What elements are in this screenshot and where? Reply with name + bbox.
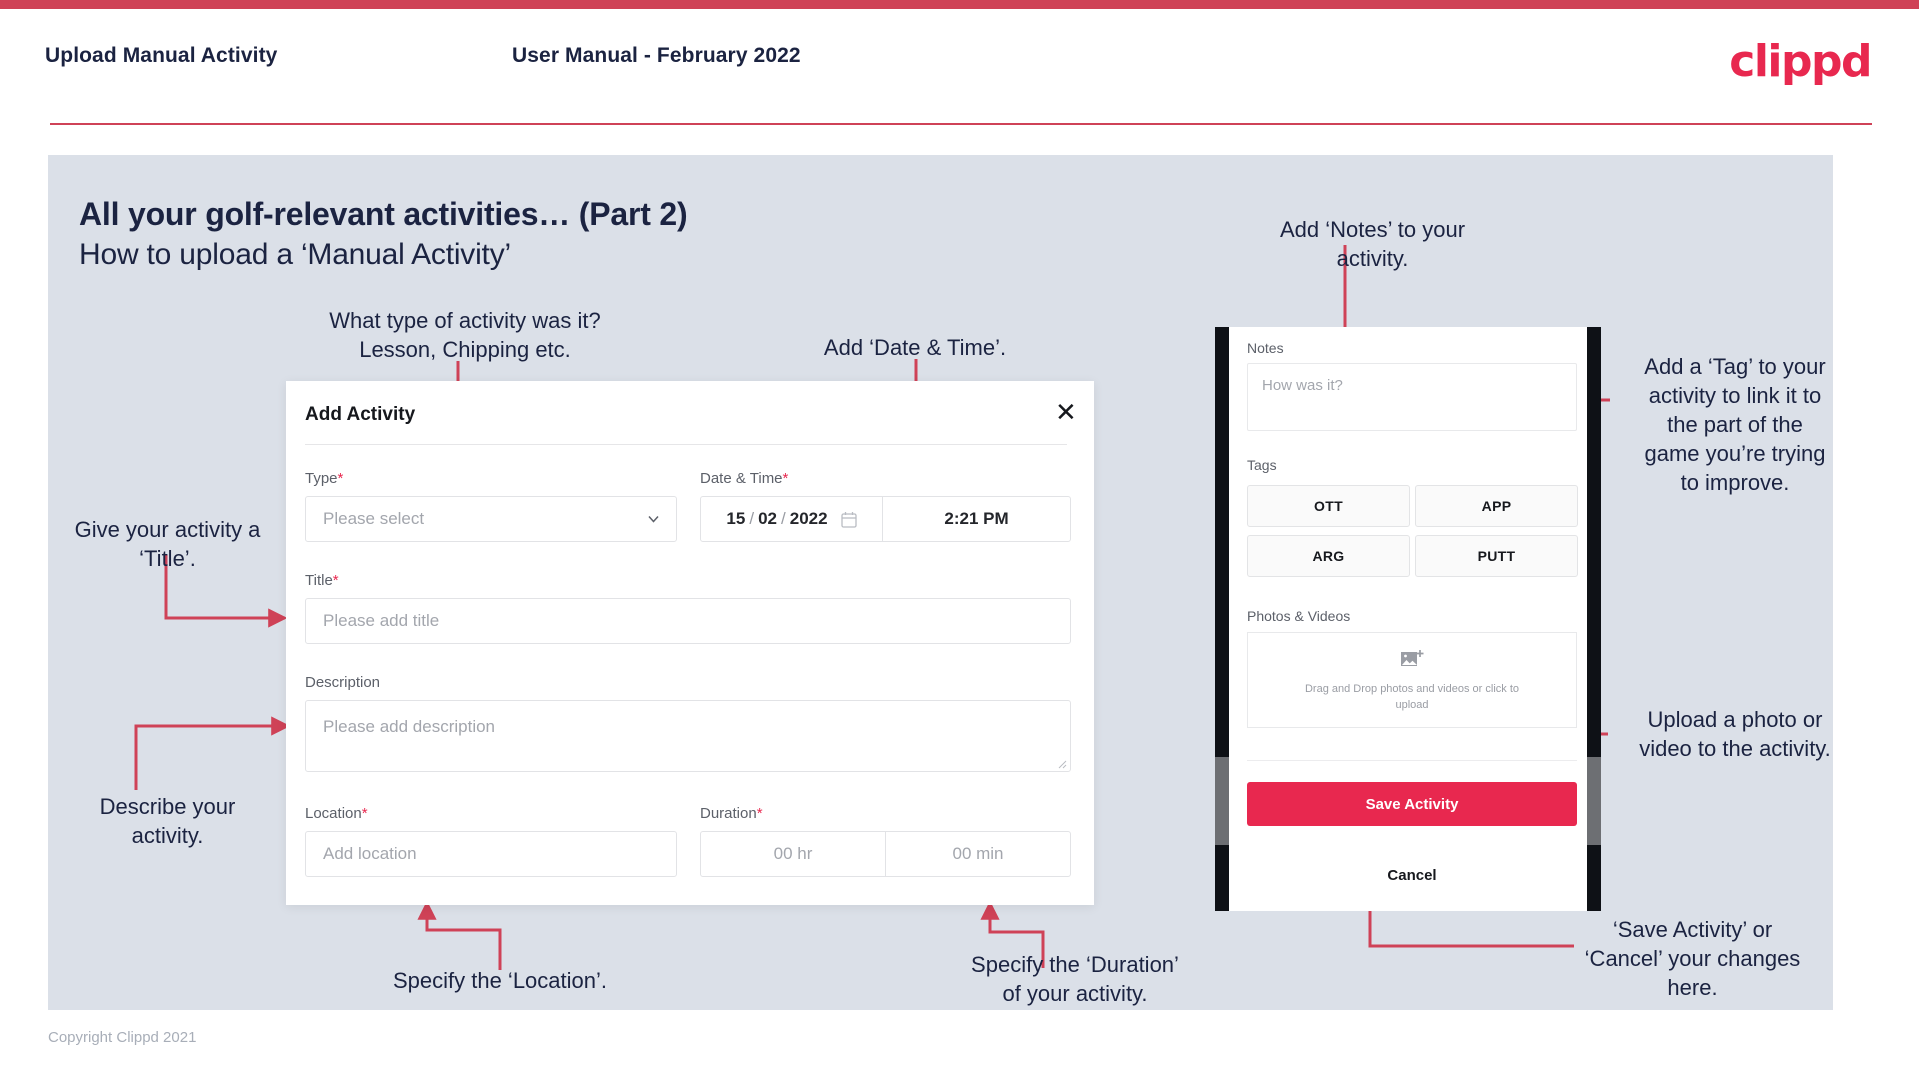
annotation-duration: Specify the ‘Duration’ of your activity.: [971, 952, 1179, 1006]
annotation-photos: Upload a photo or video to the activity.: [1639, 707, 1831, 761]
add-image-icon: [1401, 649, 1424, 666]
phone-right-edge-bottom: [1587, 845, 1601, 911]
notes-label: Notes: [1247, 340, 1284, 356]
header-left-title: Upload Manual Activity: [45, 44, 278, 67]
annotation-title: Give your activity a ‘Title’.: [74, 517, 261, 571]
type-label-text: Type: [305, 470, 338, 487]
copyright-text: Copyright Clippd 2021: [48, 1029, 197, 1046]
page-title: All your golf-relevant activities… (Part…: [79, 196, 688, 232]
location-placeholder: Add location: [323, 844, 417, 863]
duration-label: Duration*: [700, 805, 763, 822]
type-select[interactable]: Please select: [305, 496, 677, 542]
title-label-text: Title: [305, 572, 333, 589]
type-required-mark: *: [337, 470, 344, 487]
notes-placeholder: How was it?: [1262, 377, 1343, 394]
photo-dropzone[interactable]: Drag and Drop photos and videos or click…: [1247, 632, 1577, 728]
date-day: 15: [726, 509, 746, 528]
slide-page: Upload Manual Activity User Manual - Feb…: [0, 0, 1919, 1079]
duration-minutes-input[interactable]: 00 min: [886, 832, 1070, 876]
photos-label: Photos & Videos: [1247, 608, 1351, 624]
phone-left-edge-bottom: [1215, 845, 1229, 911]
date-sep-2: /: [781, 509, 786, 528]
page-subtitle: How to upload a ‘Manual Activity’: [79, 238, 511, 271]
description-label: Description: [305, 674, 380, 691]
annotation-tags: Add a ‘Tag’ to your activity to link it …: [1644, 354, 1826, 495]
modal-title: Add Activity: [305, 404, 416, 425]
annotation-notes: Add ‘Notes’ to your activity.: [1279, 217, 1466, 271]
date-year: 2022: [789, 509, 828, 528]
date-month: 02: [758, 509, 777, 528]
tag-option-arg[interactable]: ARG: [1247, 535, 1410, 577]
annotation-location: Specify the ‘Location’.: [392, 968, 608, 993]
location-required-mark: *: [361, 805, 368, 822]
phone-divider: [1247, 760, 1577, 761]
description-label-text: Description: [305, 674, 381, 691]
tag-option-ott[interactable]: OTT: [1247, 485, 1410, 527]
description-placeholder: Please add description: [323, 717, 496, 736]
dropzone-text: Drag and Drop photos and videos or click…: [1304, 682, 1519, 711]
top-accent-bar: [0, 0, 1919, 9]
datetime-required-mark: *: [782, 470, 789, 487]
header-center-title: User Manual - February 2022: [512, 44, 801, 67]
header-divider: [50, 123, 1872, 125]
annotation-save-cancel: ‘Save Activity’ or ‘Cancel’ your changes…: [1584, 917, 1801, 1000]
tag-option-app[interactable]: APP: [1415, 485, 1578, 527]
modal-header-divider: [305, 444, 1067, 445]
title-required-mark: *: [332, 572, 339, 589]
date-sep-1: /: [749, 509, 755, 528]
location-input[interactable]: Add location: [305, 831, 677, 877]
annotation-description: Describe your activity.: [99, 794, 236, 848]
datetime-label-text: Date & Time: [700, 470, 783, 487]
datetime-label: Date & Time*: [700, 470, 788, 487]
time-input[interactable]: 2:21 PM: [883, 509, 1070, 529]
datetime-field[interactable]: 15 / 02 / 2022 2:21 PM: [700, 496, 1071, 542]
title-input[interactable]: Please add title: [305, 598, 1071, 644]
date-input[interactable]: 15 / 02 / 2022: [701, 497, 883, 541]
type-label: Type*: [305, 470, 343, 487]
title-label: Title*: [305, 572, 339, 589]
clippd-logo: clippd: [1729, 36, 1872, 87]
tags-label: Tags: [1247, 457, 1277, 473]
phone-power-button: [1587, 757, 1601, 845]
duration-hours-input[interactable]: 00 hr: [701, 832, 886, 876]
description-textarea[interactable]: Please add description: [305, 700, 1071, 772]
location-label: Location*: [305, 805, 368, 822]
duration-label-text: Duration: [700, 805, 757, 822]
resize-handle-icon[interactable]: [1057, 759, 1067, 769]
close-icon[interactable]: ✕: [1055, 399, 1077, 425]
annotation-type: What type of activity was it? Lesson, Ch…: [329, 308, 601, 362]
type-placeholder: Please select: [323, 509, 425, 528]
save-activity-button[interactable]: Save Activity: [1247, 782, 1577, 826]
duration-required-mark: *: [756, 805, 763, 822]
duration-field[interactable]: 00 hr 00 min: [700, 831, 1071, 877]
tag-option-putt[interactable]: PUTT: [1415, 535, 1578, 577]
notes-textarea[interactable]: How was it?: [1247, 363, 1577, 431]
phone-volume-button: [1215, 757, 1229, 845]
title-placeholder: Please add title: [323, 611, 440, 630]
chevron-down-icon: [648, 515, 659, 523]
phone-left-edge-top: [1215, 327, 1229, 757]
phone-right-edge-top: [1587, 327, 1601, 757]
calendar-icon[interactable]: [840, 511, 857, 528]
location-label-text: Location: [305, 805, 362, 822]
cancel-button[interactable]: Cancel: [1247, 862, 1577, 888]
annotation-datetime: Add ‘Date & Time’.: [823, 335, 1007, 360]
